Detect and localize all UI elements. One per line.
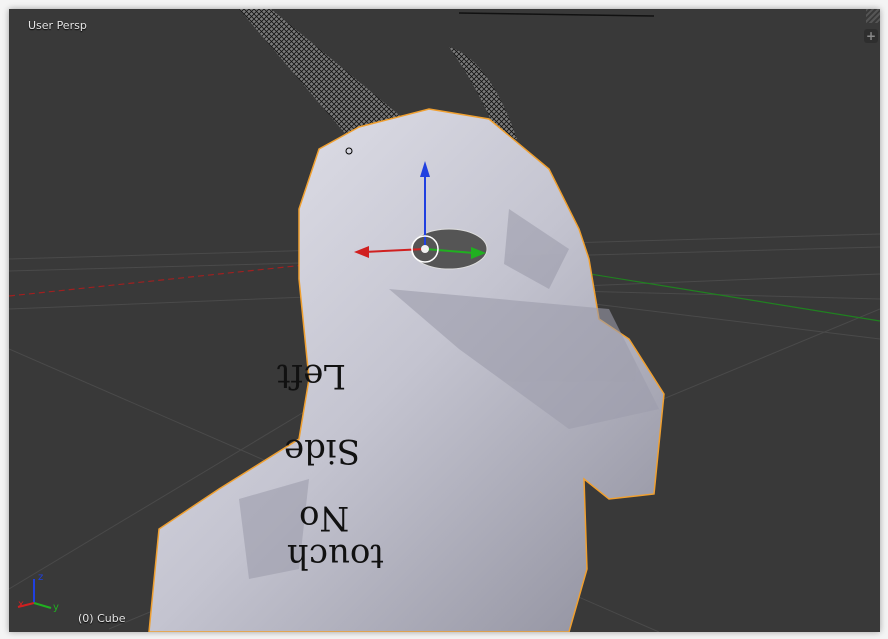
- gizmo-x-label: x: [18, 599, 24, 610]
- grease-pencil-note: Left: [277, 356, 346, 396]
- add-region-button[interactable]: +: [864, 29, 878, 43]
- gizmo-y-label: y: [53, 602, 59, 613]
- active-object-label: (0) Cube: [78, 612, 126, 625]
- grease-pencil-note: Side: [284, 431, 361, 471]
- gizmo-z-label: z: [38, 572, 43, 583]
- blender-window: z x y Left Side No touch User Persp (0) …: [0, 0, 888, 639]
- 3d-viewport[interactable]: z x y Left Side No touch User Persp (0) …: [9, 9, 880, 632]
- viewport-scene: z x y: [9, 9, 880, 632]
- grease-pencil-note: No: [299, 498, 350, 538]
- grease-pencil-note: touch: [287, 536, 384, 576]
- view-mode-label: User Persp: [28, 19, 87, 32]
- area-split-handle[interactable]: [866, 9, 880, 23]
